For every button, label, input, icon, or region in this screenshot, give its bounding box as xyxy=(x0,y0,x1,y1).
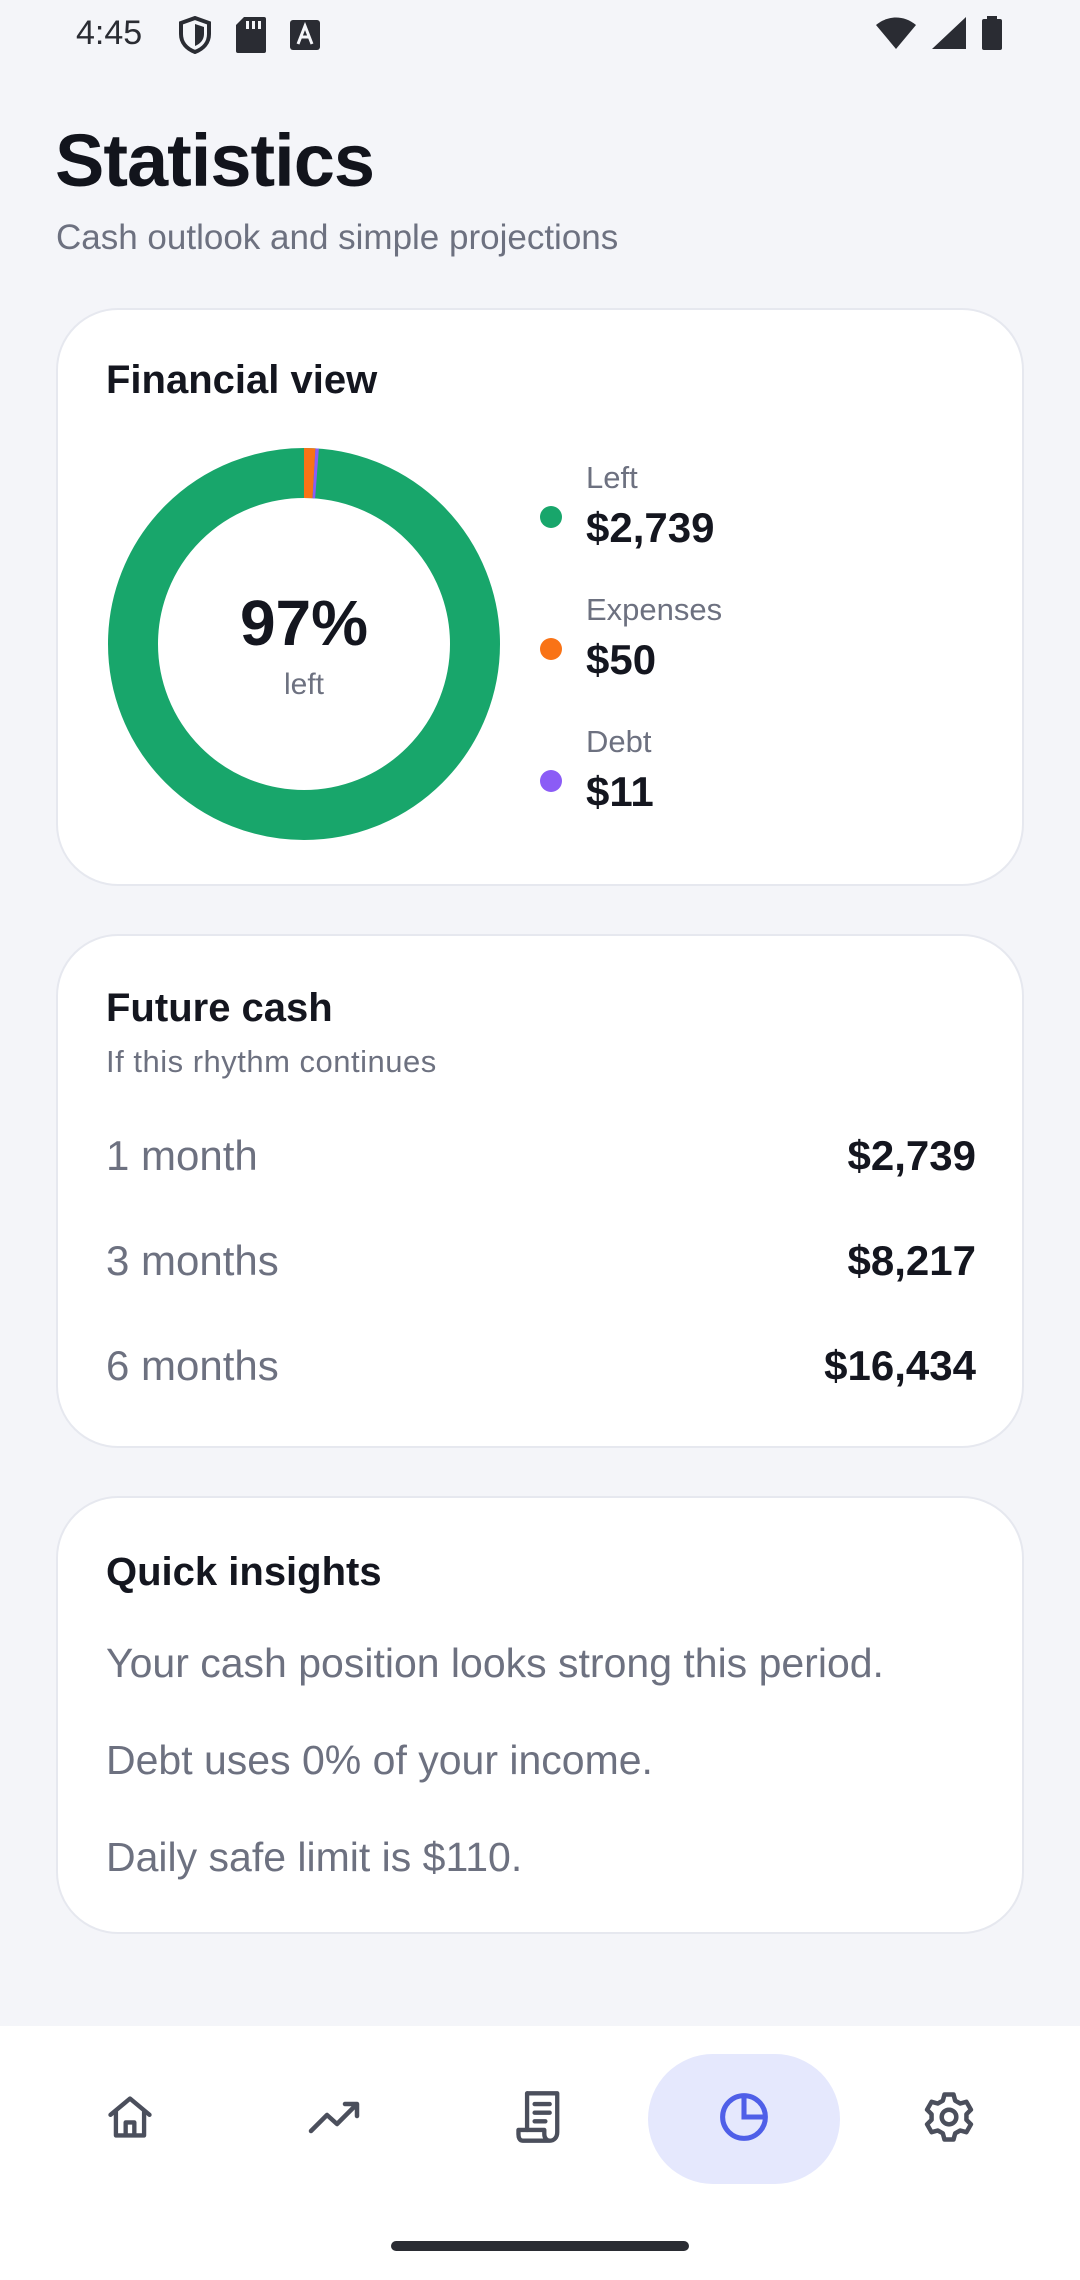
donut-chart: 97% left xyxy=(106,446,502,842)
card-subtitle: If this rhythm continues xyxy=(106,1044,437,1079)
status-right-icons xyxy=(876,16,1002,55)
projection-row: 3 months $8,217 xyxy=(106,1237,976,1297)
legend-label: Left xyxy=(586,460,638,495)
wifi-icon xyxy=(876,17,916,54)
legend-value: $50 xyxy=(586,636,657,683)
status-time: 4:45 xyxy=(76,14,143,52)
legend-dot-debt xyxy=(540,770,562,792)
legend-dot-expenses xyxy=(540,638,562,660)
projection-value: $16,434 xyxy=(824,1342,976,1389)
signal-icon xyxy=(932,17,966,54)
shield-icon xyxy=(178,15,212,59)
financial-view-card: Financial view 97% left Left $2,739 Expe… xyxy=(56,308,1024,886)
font-icon xyxy=(290,20,320,55)
projection-row: 1 month $2,739 xyxy=(106,1132,976,1192)
projection-label: 6 months xyxy=(106,1342,279,1389)
nav-item-statistics[interactable] xyxy=(648,2054,840,2184)
gear-icon xyxy=(922,2090,976,2149)
legend-label: Expenses xyxy=(586,592,723,627)
sd-card-icon xyxy=(236,17,266,58)
legend-value: $2,739 xyxy=(586,504,715,551)
trending-up-icon xyxy=(307,2091,363,2148)
card-title: Financial view xyxy=(106,358,378,402)
future-cash-card: Future cash If this rhythm continues 1 m… xyxy=(56,934,1024,1448)
page-subtitle: Cash outlook and simple projections xyxy=(56,218,619,257)
insight-line: Your cash position looks strong this per… xyxy=(106,1640,884,1686)
nav-item-home[interactable] xyxy=(34,2054,226,2184)
legend-label: Debt xyxy=(586,724,652,759)
nav-item-trends[interactable] xyxy=(239,2054,431,2184)
insight-line: Debt uses 0% of your income. xyxy=(106,1737,653,1783)
receipt-icon xyxy=(514,2089,566,2150)
donut-center-label: left xyxy=(283,668,325,701)
quick-insights-card: Quick insights Your cash position looks … xyxy=(56,1496,1024,1934)
projection-label: 3 months xyxy=(106,1237,279,1284)
projection-row: 6 months $16,434 xyxy=(106,1342,976,1402)
card-title: Future cash xyxy=(106,986,333,1030)
battery-icon xyxy=(982,16,1002,55)
home-indicator[interactable] xyxy=(391,2241,689,2251)
nav-item-settings[interactable] xyxy=(853,2054,1045,2184)
projection-label: 1 month xyxy=(106,1132,258,1179)
home-icon xyxy=(104,2091,156,2148)
donut-center-value: 97% xyxy=(239,587,369,659)
card-title: Quick insights xyxy=(106,1550,382,1594)
insight-line: Daily safe limit is $110. xyxy=(106,1834,523,1880)
nav-item-transactions[interactable] xyxy=(444,2054,636,2184)
legend-dot-left xyxy=(540,506,562,528)
status-left-icons xyxy=(178,15,320,59)
page-title: Statistics xyxy=(55,119,375,202)
status-bar: 4:45 xyxy=(0,0,1080,72)
projection-value: $2,739 xyxy=(847,1132,976,1179)
projection-value: $8,217 xyxy=(847,1237,976,1284)
pie-chart-icon xyxy=(717,2090,771,2149)
legend-value: $11 xyxy=(586,768,654,815)
